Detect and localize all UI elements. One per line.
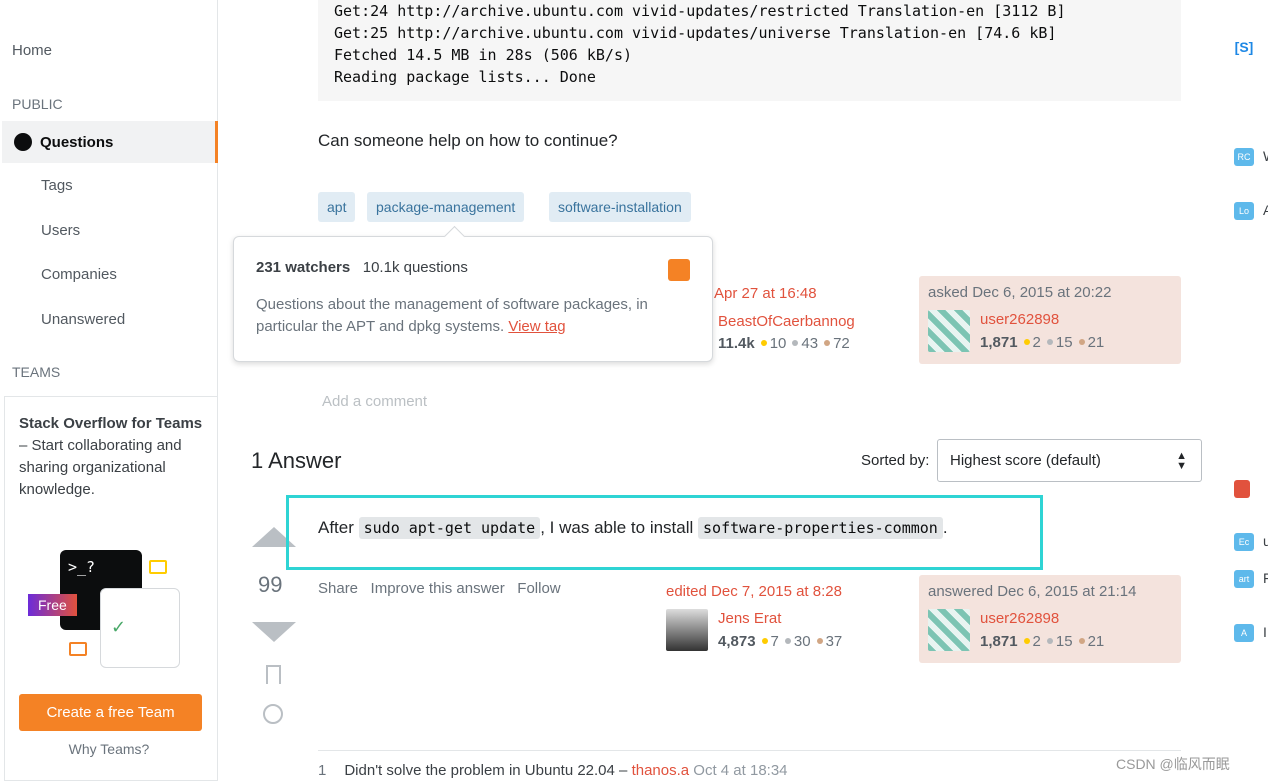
left-sidebar: Home PUBLIC Questions Tags Users Compani… [0,0,218,781]
comment-user[interactable]: thanos.a [632,762,690,779]
watchers-count: 231 watchers [256,259,351,276]
hot-question-link[interactable]: A [1263,202,1268,218]
question-owner-card: asked Dec 6, 2015 at 20:22 user262898 1,… [919,276,1181,364]
teams-title: Stack Overflow for Teams [19,415,203,432]
chat-bubble-icon [149,560,167,574]
question-edited-time[interactable]: Apr 27 at 16:48 [714,285,817,302]
tag-software-installation[interactable]: software-installation [549,192,691,222]
site-icon[interactable]: A [1234,624,1254,642]
answer-actions: Share Improve this answer Follow [318,580,561,597]
add-comment-link[interactable]: Add a comment [322,393,427,410]
hot-question-link[interactable]: W [1263,148,1268,164]
comment-time[interactable]: Oct 4 at 18:34 [693,762,787,779]
nav-unanswered[interactable]: Unanswered [41,311,125,328]
view-tag-link[interactable]: View tag [508,318,565,335]
avatar[interactable] [666,609,708,651]
sort-label: Sorted by: [861,452,930,469]
history-icon[interactable] [263,704,283,724]
comment-text: Didn't solve the problem in Ubuntu 22.04… [344,762,632,779]
divider [318,750,1181,751]
avatar[interactable] [928,310,970,352]
nav-questions-label: Questions [40,133,114,151]
chat-bubble-icon [69,642,87,656]
inline-code: software-properties-common [698,517,943,539]
watermark: CSDN @临风而眠 [1116,754,1230,774]
chevron-updown-icon: ▲ ▼ [1176,450,1187,472]
owner-name[interactable]: user262898 [980,311,1059,328]
hot-question-link[interactable]: F [1263,570,1268,586]
owner-rep: 1,871 2 15 21 [980,633,1105,650]
tag-description: Questions about the management of softwa… [256,296,648,335]
superuser-icon[interactable]: [S] [1234,38,1254,56]
site-icon[interactable]: RC [1234,148,1254,166]
nav-companies[interactable]: Companies [41,266,117,283]
hot-questions-sidebar: [S] RC W Lo A Ec u art F A I [1232,0,1268,781]
answered-time: answered Dec 6, 2015 at 21:14 [928,583,1137,600]
tag-apt[interactable]: apt [318,192,356,222]
section-teams: TEAMS [12,364,61,380]
nav-questions[interactable]: Questions [2,121,218,163]
checklist-icon: ✓ [100,588,180,668]
questions-count: 10.1k questions [362,259,468,276]
question-editor-rep: 11.4k 10 43 72 [718,335,850,352]
answer-editor-card: edited Dec 7, 2015 at 8:28 Jens Erat 4,8… [657,575,919,663]
question-text: Can someone help on how to continue? [318,131,618,150]
follow-link[interactable]: Follow [517,580,560,597]
inline-code: sudo apt-get update [358,517,541,539]
globe-icon [14,133,32,151]
nav-tags[interactable]: Tags [41,177,73,194]
code-block: Get:24 http://archive.ubuntu.com vivid-u… [318,0,1181,101]
answer-owner-card: answered Dec 6, 2015 at 21:14 user262898… [919,575,1181,663]
answer-body: After sudo apt-get update, I was able to… [318,517,948,539]
editor-name[interactable]: Jens Erat [718,610,781,627]
sort-value: Highest score (default) [950,452,1101,469]
teams-desc: – Start collaborating and sharing organi… [19,437,182,498]
nav-home[interactable]: Home [12,42,52,59]
hot-question-link[interactable]: I [1263,624,1267,640]
downvote-button[interactable] [252,622,296,642]
site-icon[interactable]: Lo [1234,202,1254,220]
teams-illustration: >_? ✓ Free [28,548,188,668]
bookmark-site-icon[interactable] [1234,480,1250,498]
tag-package-management[interactable]: package-management [367,192,525,222]
create-team-button[interactable]: Create a free Team [19,694,202,731]
rss-icon[interactable] [668,259,690,281]
free-badge: Free [28,594,77,616]
owner-rep: 1,871 2 15 21 [980,334,1105,351]
answers-header: 1 Answer [251,448,342,473]
site-icon[interactable]: art [1234,570,1254,588]
owner-name[interactable]: user262898 [980,610,1059,627]
bookmark-icon[interactable] [266,665,281,684]
question-editor-name[interactable]: BeastOfCaerbannog [718,313,855,330]
share-link[interactable]: Share [318,580,358,597]
edited-time[interactable]: edited Dec 7, 2015 at 8:28 [666,583,910,600]
site-icon[interactable]: Ec [1234,533,1254,551]
avatar[interactable] [928,609,970,651]
section-public: PUBLIC [12,96,63,112]
sort-select[interactable]: Highest score (default) ▲ ▼ [937,439,1202,482]
hot-question-link[interactable]: u [1263,533,1268,549]
editor-rep: 4,873 7 30 37 [718,633,843,650]
asked-time: asked Dec 6, 2015 at 20:22 [928,284,1112,301]
comment-score: 1 [318,762,327,779]
comment: 1 Didn't solve the problem in Ubuntu 22.0… [318,762,788,779]
vote-count: 99 [258,572,283,597]
improve-link[interactable]: Improve this answer [371,580,505,597]
why-teams-link[interactable]: Why Teams? [0,741,218,757]
nav-users[interactable]: Users [41,222,80,239]
tag-popover: 231 watchers 10.1k questions Questions a… [233,236,713,362]
